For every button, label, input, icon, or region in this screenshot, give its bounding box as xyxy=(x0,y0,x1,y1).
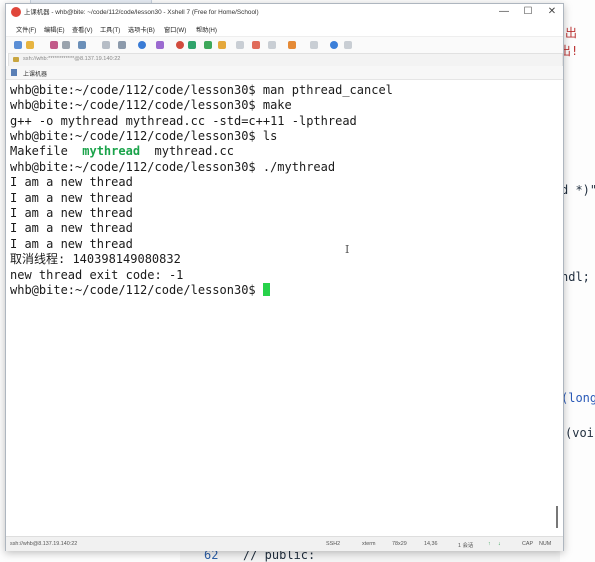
status-connection: ssh://whb@8.137.19.140:22 xyxy=(10,541,78,547)
status-term: xterm xyxy=(362,541,376,547)
menu-tabs[interactable]: 选项卡(B) xyxy=(128,25,155,34)
prompt-line: whb@bite:~/code/112/code/lesson30$ xyxy=(10,283,270,298)
xshell-app-icon xyxy=(11,7,21,17)
ls-output-line: Makefile mythread mythread.cc xyxy=(10,144,234,159)
terminal-line: I am a new thread xyxy=(10,237,133,251)
bg-snippet: ndl; xyxy=(561,270,590,284)
new-session-icon[interactable] xyxy=(14,41,22,49)
terminal-line: whb@bite:~/code/112/code/lesson30$ ./myt… xyxy=(10,160,336,174)
terminal-line: I am a new thread xyxy=(10,221,133,235)
terminal-area[interactable]: whb@bite:~/code/112/code/lesson30$ man p… xyxy=(9,81,545,533)
unlink-icon[interactable] xyxy=(62,41,70,49)
session-tabs: 上课机器 xyxy=(6,66,563,80)
upload-arrow-icon: ↑ xyxy=(488,541,491,547)
ls-file-mythread: mythread xyxy=(82,144,141,158)
status-position: 14,36 xyxy=(424,541,438,547)
terminal-line: I am a new thread xyxy=(10,175,133,189)
script-icon[interactable] xyxy=(188,41,196,49)
menu-file[interactable]: 文件(F) xyxy=(16,25,36,34)
bg-snippet: (voi xyxy=(565,426,594,440)
menu-help[interactable]: 帮助(H) xyxy=(196,25,217,34)
terminal-line: whb@bite:~/code/112/code/lesson30$ man p… xyxy=(10,83,393,97)
ls-file-mythread-cc: mythread.cc xyxy=(154,144,234,158)
close-button[interactable]: ✕ xyxy=(541,5,563,19)
globe-icon[interactable] xyxy=(138,41,146,49)
fullscreen-icon[interactable] xyxy=(204,41,212,49)
toolbar xyxy=(6,36,563,53)
maximize-button[interactable]: ☐ xyxy=(517,5,539,19)
compose-icon[interactable] xyxy=(268,41,276,49)
terminal-line: new thread exit code: -1 xyxy=(10,268,184,282)
terminal-line: I am a new thread xyxy=(10,206,133,220)
status-size: 78x29 xyxy=(392,541,407,547)
status-num: NUM xyxy=(539,541,552,547)
mouse-ibeam-icon: I xyxy=(345,243,350,256)
scrollbar-thumb[interactable] xyxy=(556,506,558,528)
ls-file-makefile: Makefile xyxy=(10,144,68,158)
lock-icon[interactable] xyxy=(218,41,226,49)
link-icon[interactable] xyxy=(50,41,58,49)
vertical-scrollbar[interactable] xyxy=(553,81,561,533)
terminal-line: g++ -o mythread mythread.cc -std=c++11 -… xyxy=(10,114,357,128)
find-icon[interactable] xyxy=(102,41,110,49)
bg-snippet: (long xyxy=(561,391,595,405)
session-manager-icon[interactable] xyxy=(11,69,17,76)
menu-tools[interactable]: 工具(T) xyxy=(100,25,120,34)
status-protocol: SSH2 xyxy=(326,541,341,547)
text-cursor xyxy=(262,283,270,296)
minimize-button[interactable]: — xyxy=(493,5,515,19)
highlight-icon[interactable] xyxy=(252,41,260,49)
lock-icon xyxy=(13,57,19,62)
prompt-text: whb@bite:~/code/112/code/lesson30$ xyxy=(10,283,263,297)
menu-edit[interactable]: 编辑(E) xyxy=(44,25,65,34)
properties-icon[interactable] xyxy=(78,41,86,49)
terminal-line: whb@bite:~/code/112/code/lesson30$ ls xyxy=(10,129,278,143)
status-bar: ssh://whb@8.137.19.140:22 SSH2 xterm 78x… xyxy=(6,536,563,551)
layout-icon[interactable] xyxy=(310,41,318,49)
window-title: 上课机器 - whb@bite: ~/code/112/code/lesson3… xyxy=(24,9,259,16)
menu-bar: 文件(F) 编辑(E) 查看(V) 工具(T) 选项卡(B) 窗口(W) 帮助(… xyxy=(6,22,563,35)
xshell-window: 上课机器 - whb@bite: ~/code/112/code/lesson3… xyxy=(5,3,564,551)
print-icon[interactable] xyxy=(118,41,126,49)
keyboard-icon[interactable] xyxy=(236,41,244,49)
bg-snippet: 出 xyxy=(565,26,578,40)
terminal-line: whb@bite:~/code/112/code/lesson30$ make xyxy=(10,98,292,112)
address-text: ssh://whb:************@8.137.19.140:22 xyxy=(23,56,121,62)
terminal-line: 取消线程: 140398149080832 xyxy=(10,252,181,266)
address-bar[interactable]: ssh://whb:************@8.137.19.140:22 xyxy=(8,53,563,67)
tab-icon[interactable] xyxy=(288,41,296,49)
tab-session[interactable]: 上课机器 xyxy=(23,69,47,78)
terminal-line: I am a new thread xyxy=(10,191,133,205)
status-sessions[interactable]: 1 会话 xyxy=(458,541,473,549)
download-arrow-icon: ↓ xyxy=(498,541,501,547)
xftp-icon[interactable] xyxy=(176,41,184,49)
open-folder-icon[interactable] xyxy=(26,41,34,49)
font-icon[interactable] xyxy=(156,41,164,49)
title-bar[interactable]: 上课机器 - whb@bite: ~/code/112/code/lesson3… xyxy=(6,4,563,21)
status-cap: CAP xyxy=(522,541,534,547)
chat-icon[interactable] xyxy=(344,41,352,49)
menu-window[interactable]: 窗口(W) xyxy=(164,25,186,34)
menu-view[interactable]: 查看(V) xyxy=(72,25,93,34)
bg-snippet: d *)" xyxy=(561,183,595,197)
help-icon[interactable] xyxy=(330,41,338,49)
